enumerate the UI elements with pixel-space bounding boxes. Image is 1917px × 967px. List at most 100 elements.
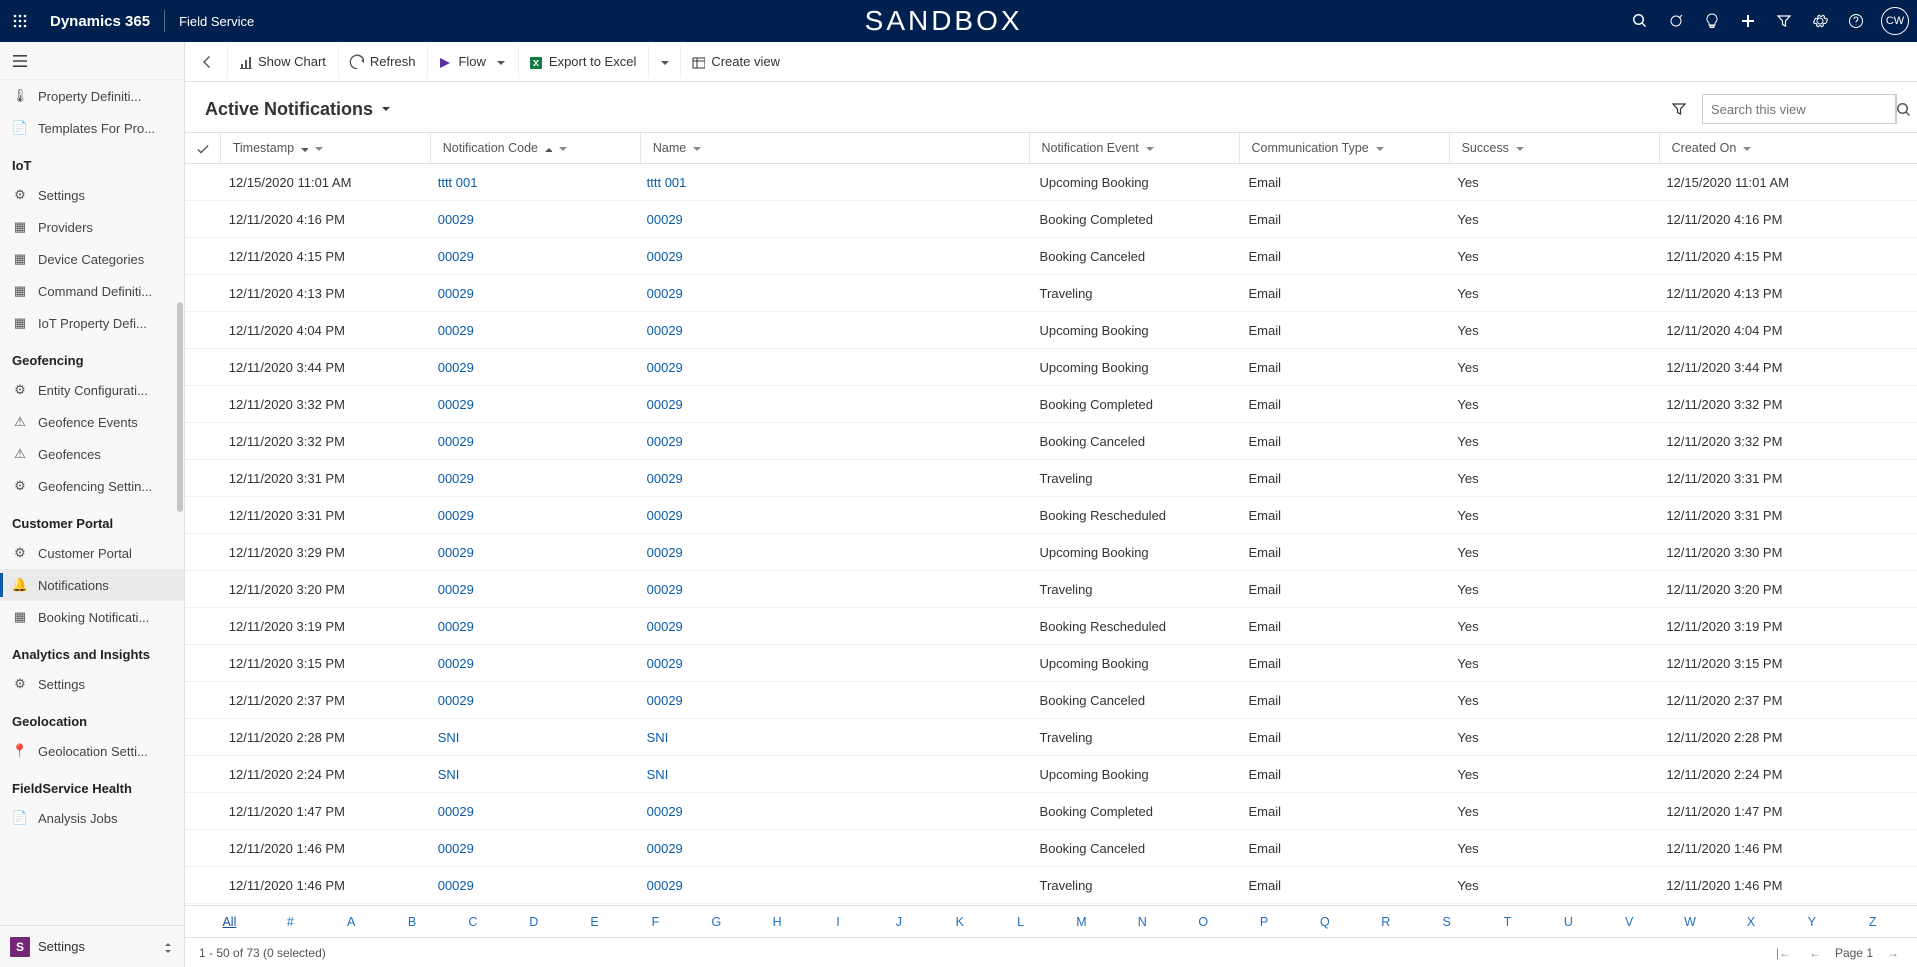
cell-name[interactable]: 00029 — [639, 841, 1032, 856]
filter-icon[interactable] — [1767, 0, 1801, 42]
cell-code[interactable]: 00029 — [430, 582, 639, 597]
cell-name[interactable]: 00029 — [639, 249, 1032, 264]
sidebar-item[interactable]: ⚠Geofence Events — [0, 406, 184, 438]
avatar[interactable]: CW — [1881, 7, 1909, 35]
alpha-s[interactable]: S — [1416, 915, 1477, 929]
select-all[interactable] — [185, 141, 220, 155]
col-created[interactable]: Created On — [1666, 141, 1917, 155]
export-excel-button[interactable]: Export to Excel — [518, 46, 646, 78]
col-name[interactable]: Name — [647, 141, 1029, 155]
cell-name[interactable]: 00029 — [639, 471, 1032, 486]
alpha-l[interactable]: L — [990, 915, 1051, 929]
sidebar-item[interactable]: 📍Geolocation Setti... — [0, 735, 184, 767]
sidebar-item[interactable]: ▦Command Definiti... — [0, 275, 184, 307]
cell-code[interactable]: 00029 — [430, 878, 639, 893]
create-view-button[interactable]: Create view — [680, 46, 790, 78]
cell-code[interactable]: 00029 — [430, 249, 639, 264]
cell-name[interactable]: 00029 — [639, 508, 1032, 523]
table-row[interactable]: 12/11/2020 2:24 PMSNISNIUpcoming Booking… — [185, 756, 1917, 793]
cell-code[interactable]: 00029 — [430, 212, 639, 227]
cell-code[interactable]: SNI — [430, 767, 639, 782]
alpha-t[interactable]: T — [1477, 915, 1538, 929]
alpha-x[interactable]: X — [1720, 915, 1781, 929]
col-success[interactable]: Success — [1456, 141, 1659, 155]
table-row[interactable]: 12/11/2020 3:20 PM0002900029TravelingEma… — [185, 571, 1917, 608]
sidebar-item[interactable]: ⚙Settings — [0, 179, 184, 211]
alpha-q[interactable]: Q — [1294, 915, 1355, 929]
table-row[interactable]: 12/11/2020 3:19 PM0002900029Booking Resc… — [185, 608, 1917, 645]
alpha-o[interactable]: O — [1173, 915, 1234, 929]
table-row[interactable]: 12/11/2020 1:46 PM0002900029Booking Canc… — [185, 830, 1917, 867]
export-excel-split[interactable] — [648, 46, 678, 78]
sidebar-toggle[interactable] — [0, 42, 184, 80]
search-icon[interactable] — [1623, 0, 1657, 42]
alpha-h[interactable]: H — [747, 915, 808, 929]
cell-name[interactable]: 00029 — [639, 286, 1032, 301]
sidebar-scrollbar[interactable] — [177, 302, 183, 512]
alpha-b[interactable]: B — [382, 915, 443, 929]
table-row[interactable]: 12/11/2020 3:31 PM0002900029Booking Resc… — [185, 497, 1917, 534]
sidebar-item[interactable]: 🌡Property Definiti... — [0, 80, 184, 112]
new-icon[interactable] — [1731, 0, 1765, 42]
cell-code[interactable]: SNI — [430, 730, 639, 745]
sidebar-item[interactable]: ⚙Customer Portal — [0, 537, 184, 569]
back-button[interactable] — [191, 54, 225, 70]
alpha-w[interactable]: W — [1660, 915, 1721, 929]
cell-name[interactable]: 00029 — [639, 656, 1032, 671]
cell-code[interactable]: tttt 001 — [430, 175, 639, 190]
sidebar-item[interactable]: ⚙Settings — [0, 668, 184, 700]
sidebar-item[interactable]: ▦Providers — [0, 211, 184, 243]
next-page[interactable]: → — [1883, 946, 1903, 960]
cell-name[interactable]: 00029 — [639, 619, 1032, 634]
alpha-f[interactable]: F — [625, 915, 686, 929]
help-icon[interactable] — [1839, 0, 1873, 42]
alpha-u[interactable]: U — [1538, 915, 1599, 929]
table-row[interactable]: 12/11/2020 1:47 PM0002900029Booking Comp… — [185, 793, 1917, 830]
col-comm[interactable]: Communication Type — [1246, 141, 1449, 155]
prev-page[interactable]: ← — [1805, 946, 1825, 960]
sidebar-item[interactable]: ⚙Geofencing Settin... — [0, 470, 184, 502]
sidebar-item[interactable]: ▦IoT Property Defi... — [0, 307, 184, 339]
table-row[interactable]: 12/15/2020 11:01 AMtttt 001tttt 001Upcom… — [185, 164, 1917, 201]
alpha-g[interactable]: G — [686, 915, 747, 929]
alpha-r[interactable]: R — [1355, 915, 1416, 929]
assistant-icon[interactable] — [1659, 0, 1693, 42]
table-row[interactable]: 12/11/2020 1:46 PM0002900029TravelingEma… — [185, 867, 1917, 904]
cell-code[interactable]: 00029 — [430, 471, 639, 486]
alpha-n[interactable]: N — [1112, 915, 1173, 929]
table-row[interactable]: 12/11/2020 3:31 PM0002900029TravelingEma… — [185, 460, 1917, 497]
table-row[interactable]: 12/11/2020 3:32 PM0002900029Booking Canc… — [185, 423, 1917, 460]
view-selector[interactable]: Active Notifications — [205, 99, 393, 120]
brand-label[interactable]: Dynamics 365 — [40, 13, 160, 30]
cell-code[interactable]: 00029 — [430, 841, 639, 856]
cell-code[interactable]: 00029 — [430, 545, 639, 560]
cell-name[interactable]: 00029 — [639, 360, 1032, 375]
sidebar-item[interactable]: ⚠Geofences — [0, 438, 184, 470]
col-code[interactable]: Notification Code — [437, 141, 640, 155]
app-launcher-icon[interactable] — [0, 13, 40, 29]
alpha-v[interactable]: V — [1599, 915, 1660, 929]
cell-code[interactable]: 00029 — [430, 397, 639, 412]
cell-code[interactable]: 00029 — [430, 360, 639, 375]
flow-button[interactable]: Flow — [427, 46, 515, 78]
sidebar-item[interactable]: 📄Templates For Pro... — [0, 112, 184, 144]
cell-name[interactable]: 00029 — [639, 212, 1032, 227]
table-row[interactable]: 12/11/2020 3:32 PM0002900029Booking Comp… — [185, 386, 1917, 423]
alpha-m[interactable]: M — [1051, 915, 1112, 929]
cell-name[interactable]: 00029 — [639, 582, 1032, 597]
cell-code[interactable]: 00029 — [430, 323, 639, 338]
alpha-e[interactable]: E — [564, 915, 625, 929]
cell-code[interactable]: 00029 — [430, 804, 639, 819]
cell-name[interactable]: SNI — [639, 730, 1032, 745]
alpha-i[interactable]: I — [808, 915, 869, 929]
alpha-y[interactable]: Y — [1781, 915, 1842, 929]
sidebar-item[interactable]: 📄Analysis Jobs — [0, 802, 184, 834]
sidebar-item[interactable]: ▦Device Categories — [0, 243, 184, 275]
alpha-k[interactable]: K — [929, 915, 990, 929]
alpha-a[interactable]: A — [321, 915, 382, 929]
table-row[interactable]: 12/11/2020 3:44 PM0002900029Upcoming Boo… — [185, 349, 1917, 386]
cell-name[interactable]: 00029 — [639, 434, 1032, 449]
ideas-icon[interactable] — [1695, 0, 1729, 42]
settings-icon[interactable] — [1803, 0, 1837, 42]
table-row[interactable]: 12/11/2020 2:28 PMSNISNITravelingEmailYe… — [185, 719, 1917, 756]
